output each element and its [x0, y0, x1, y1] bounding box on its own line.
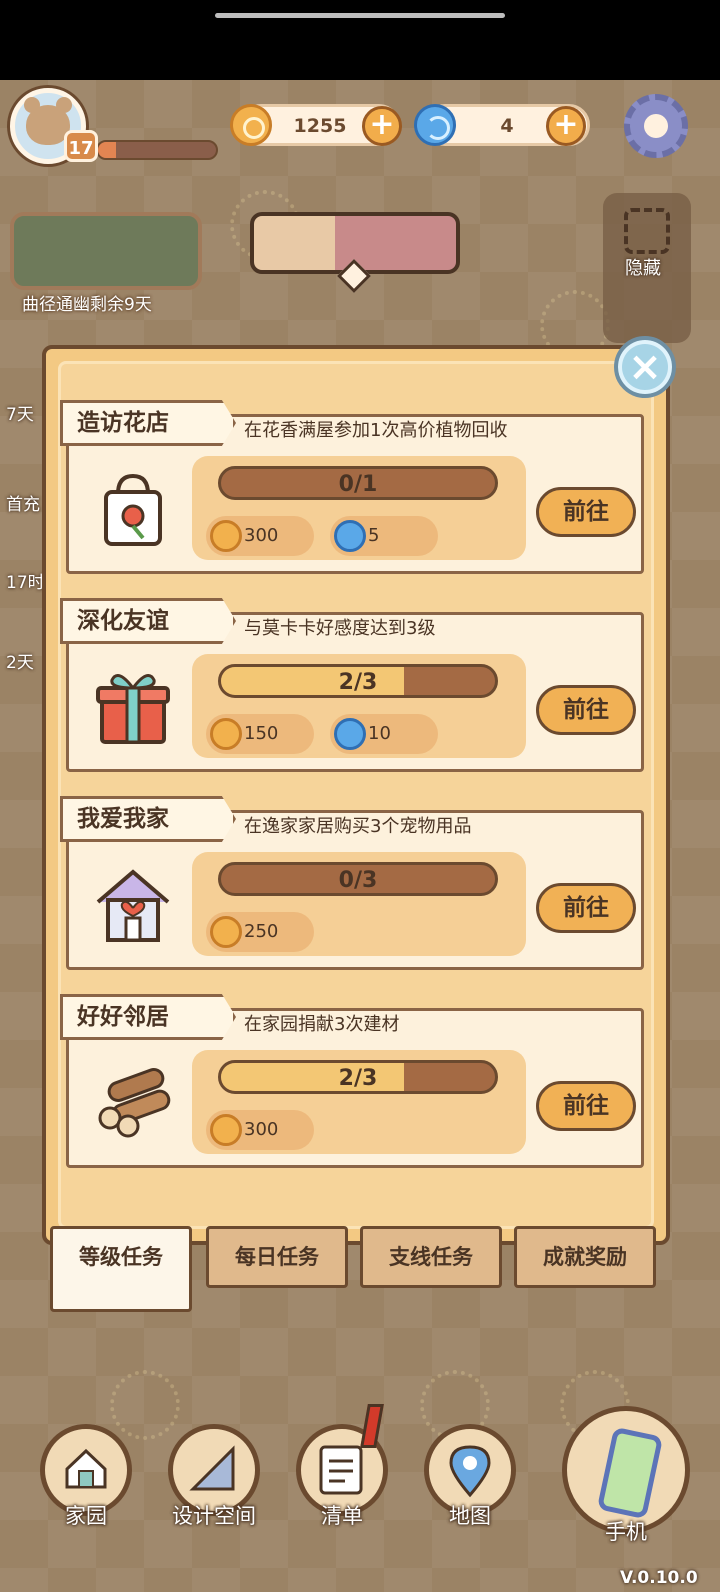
house-heart-icon — [96, 869, 170, 942]
go-button[interactable]: 前往 — [536, 487, 636, 537]
map-nav-label: 地图 — [449, 1504, 491, 1528]
design-space-nav-label: 设计空间 — [172, 1504, 256, 1528]
home-nav-label: 家园 — [65, 1504, 107, 1528]
task-description: 在家园捐献3次建材 — [244, 1014, 400, 1035]
progress-bar: 2/3 — [218, 1060, 498, 1094]
task-description: 在花香满屋参加1次高价植物回收 — [244, 420, 508, 441]
status-bar — [0, 0, 720, 80]
coin-icon — [210, 718, 242, 750]
coin-icon — [230, 104, 272, 146]
task-description: 在逸家家居购买3个宠物用品 — [244, 816, 472, 837]
task-card: 好好邻居 在家园捐献3次建材 2/3 300 前往 — [60, 994, 644, 1168]
ruler-icon — [189, 1445, 235, 1491]
house-icon — [65, 1448, 107, 1489]
left-strip-text: 首充 — [6, 495, 40, 515]
task-title: 造访花店 — [60, 400, 236, 446]
reward-gem: 10 — [330, 714, 438, 754]
task-description: 与莫卡卡好感度达到3级 — [244, 618, 436, 639]
reward-amount: 5 — [368, 525, 380, 546]
reward-amount: 250 — [244, 921, 279, 942]
version-label: V.0.10.0 — [620, 1568, 698, 1588]
task-progress-area: 0/3 250 — [192, 852, 526, 956]
phone-icon — [596, 1426, 664, 1520]
task-title: 好好邻居 — [60, 994, 236, 1040]
reward-coin: 300 — [206, 516, 314, 556]
reward-amount: 300 — [244, 1119, 279, 1140]
progress-text: 0/1 — [338, 472, 378, 497]
coin-icon — [210, 1114, 242, 1146]
progress-bar: 0/1 — [218, 466, 498, 500]
reward-amount: 150 — [244, 723, 279, 744]
add-coins-button[interactable]: + — [362, 106, 402, 146]
task-card: 造访花店 在花香满屋参加1次高价植物回收 0/1 300 5 前往 — [60, 400, 644, 574]
task-progress-area: 0/1 300 5 — [192, 456, 526, 560]
notch-pill — [215, 13, 505, 18]
xp-bar — [96, 140, 218, 160]
phone-nav-label: 手机 — [605, 1520, 647, 1544]
progress-bar: 0/3 — [218, 862, 498, 896]
task-progress-area: 2/3 150 10 — [192, 654, 526, 758]
close-icon: × — [628, 344, 662, 390]
swirl-gem-icon — [414, 104, 456, 146]
checklist-nav-label: 清单 — [321, 1504, 363, 1528]
event-caption: 曲径通幽剩余9天 — [22, 295, 152, 315]
task-title: 深化友谊 — [60, 598, 236, 644]
reward-amount: 10 — [368, 723, 391, 744]
event-card[interactable] — [10, 212, 202, 290]
level-badge: 17 — [64, 130, 98, 162]
coin-icon — [210, 916, 242, 948]
left-strip-text: 2天 — [6, 653, 34, 673]
task-title: 我爱我家 — [60, 796, 236, 842]
add-gems-button[interactable]: + — [546, 106, 586, 146]
go-button[interactable]: 前往 — [536, 685, 636, 735]
tab-daily-tasks[interactable]: 每日任务 — [206, 1226, 348, 1288]
task-card: 我爱我家 在逸家家居购买3个宠物用品 0/3 250 前往 — [60, 796, 644, 970]
wood-logs-icon — [98, 1068, 171, 1138]
swirl-gem-icon — [334, 520, 366, 552]
progress-text: 2/3 — [338, 670, 378, 695]
map-pin-icon — [449, 1445, 491, 1498]
gift-box-icon — [96, 674, 170, 744]
flower-bag-icon — [104, 473, 162, 546]
left-strip-text: 7天 — [6, 405, 34, 425]
go-button[interactable]: 前往 — [536, 883, 636, 933]
tab-achievements[interactable]: 成就奖励 — [514, 1226, 656, 1288]
go-button[interactable]: 前往 — [536, 1081, 636, 1131]
task-progress-area: 2/3 300 — [192, 1050, 526, 1154]
hide-ui-label: 隐藏 — [625, 258, 661, 279]
hide-ui-icon[interactable] — [624, 208, 670, 254]
reward-coin: 150 — [206, 714, 314, 754]
xp-bar-fill — [98, 142, 116, 158]
progress-text: 2/3 — [338, 1066, 378, 1091]
progress-text: 0/3 — [338, 868, 378, 893]
tab-side-tasks[interactable]: 支线任务 — [360, 1226, 502, 1288]
settings-gear-icon[interactable] — [624, 94, 688, 158]
left-strip-text: 17时 — [6, 573, 45, 593]
reward-coin: 250 — [206, 912, 314, 952]
coin-icon — [210, 520, 242, 552]
task-card: 深化友谊 与莫卡卡好感度达到3级 2/3 150 10 前往 — [60, 598, 644, 772]
phone-nav-button[interactable] — [562, 1406, 690, 1534]
reward-gem: 5 — [330, 516, 438, 556]
swirl-gem-icon — [334, 718, 366, 750]
reward-coin: 300 — [206, 1110, 314, 1150]
tab-level-tasks[interactable]: 等级任务 — [50, 1226, 192, 1312]
reward-amount: 300 — [244, 525, 279, 546]
close-button[interactable]: × — [614, 336, 676, 398]
progress-bar: 2/3 — [218, 664, 498, 698]
